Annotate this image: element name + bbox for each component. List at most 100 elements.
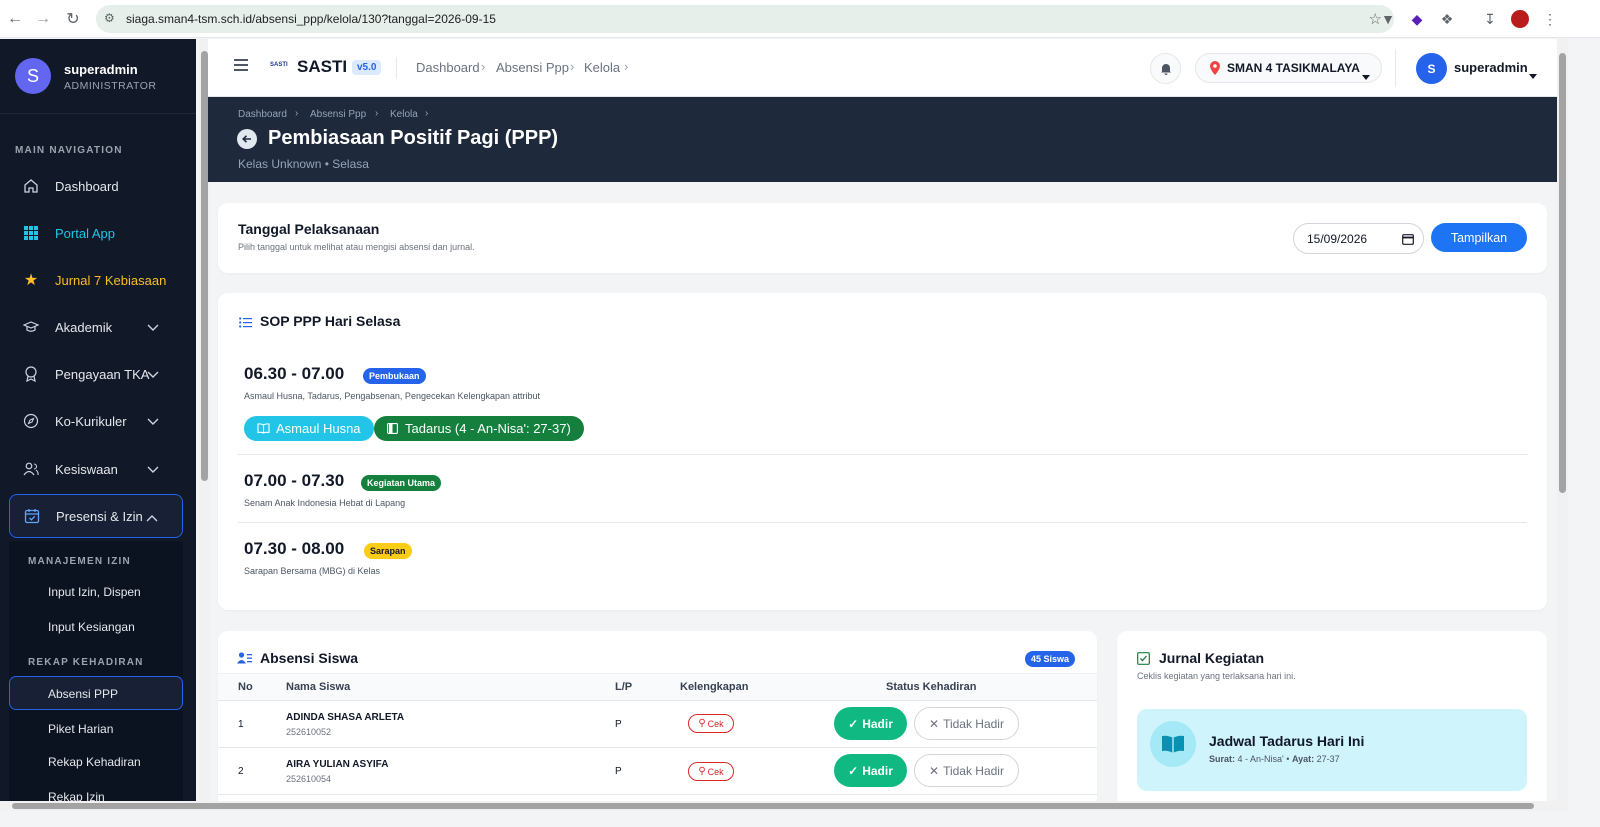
- sidebar-item-presensi-izin[interactable]: Presensi & Izin: [9, 494, 183, 538]
- back-arrow-icon[interactable]: [237, 129, 257, 149]
- extensions-puzzle-icon[interactable]: ❖: [1437, 9, 1457, 29]
- sidebar-item-kesiswaan[interactable]: Kesiswaan: [9, 447, 183, 491]
- topbar-user-avatar[interactable]: S: [1416, 53, 1447, 84]
- reload-icon[interactable]: ↻: [62, 8, 84, 30]
- sidebar-item-akademik[interactable]: Akademik: [9, 305, 183, 349]
- calendar-icon[interactable]: [1402, 232, 1414, 250]
- horizontal-scroll-thumb[interactable]: [12, 803, 1534, 809]
- student-nis: 252610052: [286, 727, 332, 737]
- jurnal-card: Jurnal Kegiatan Ceklis kegiatan yang ter…: [1117, 631, 1547, 811]
- url-text: siaga.sman4-tsm.sch.id/absensi_ppp/kelol…: [126, 12, 496, 26]
- extension-filter-icon[interactable]: ▼: [1378, 9, 1398, 29]
- main-scrollbar[interactable]: [1557, 39, 1568, 819]
- sidebar-item-portal-app[interactable]: Portal App: [9, 211, 183, 255]
- magnify-icon: ⚲: [698, 718, 706, 729]
- tidak-hadir-button[interactable]: ✕ Tidak Hadir: [914, 754, 1019, 787]
- award-icon: [21, 366, 41, 382]
- breadcrumb-absensi-ppp[interactable]: Absensi Ppp: [496, 60, 569, 75]
- session-badge: Pembukaan: [363, 368, 426, 384]
- asmaul-husna-button[interactable]: Asmaul Husna: [244, 416, 374, 441]
- jurnal-hint: Ceklis kegiatan yang terlaksana hari ini…: [1137, 671, 1296, 681]
- tampilkan-button[interactable]: Tampilkan: [1431, 223, 1527, 252]
- submenu-absensi-ppp[interactable]: Absensi PPP: [48, 687, 118, 701]
- topbar-user-name[interactable]: superadmin: [1454, 60, 1528, 75]
- hero-breadcrumb-dashboard[interactable]: Dashboard: [238, 109, 287, 120]
- sidebar-scroll-thumb[interactable]: [201, 51, 208, 481]
- site-info-icon[interactable]: ⚙: [104, 11, 115, 25]
- hadir-button[interactable]: ✓ Hadir: [834, 754, 907, 787]
- section-rekap-kehadiran: REKAP KEHADIRAN: [28, 657, 144, 668]
- section-main-navigation: MAIN NAVIGATION: [15, 145, 123, 156]
- extension-diamond-icon[interactable]: ◆: [1407, 9, 1427, 29]
- tadarus-info-box: Jadwal Tadarus Hari Ini Surat: 4 - An-Ni…: [1137, 709, 1527, 791]
- tidak-hadir-label: Tidak Hadir: [943, 763, 1004, 778]
- main-scroll-thumb[interactable]: [1559, 53, 1566, 493]
- cek-kelengkapan-button[interactable]: ⚲ Cek: [688, 762, 734, 781]
- compass-icon: [21, 413, 41, 429]
- navbar-divider: [396, 57, 397, 79]
- caret-down-icon[interactable]: [1529, 66, 1537, 84]
- magnify-icon: ⚲: [698, 766, 706, 777]
- address-bar[interactable]: ⚙ siaga.sman4-tsm.sch.id/absensi_ppp/kel…: [96, 5, 1394, 33]
- user-avatar[interactable]: S: [15, 58, 51, 94]
- cek-label: Cek: [707, 718, 724, 729]
- notification-bell-icon[interactable]: [1150, 53, 1181, 84]
- hadir-button[interactable]: ✓ Hadir: [834, 707, 907, 740]
- surat-value: 4 - An-Nisa': [1237, 754, 1284, 764]
- cek-kelengkapan-button[interactable]: ⚲ Cek: [688, 714, 734, 733]
- session-time: 06.30 - 07.00: [244, 364, 345, 383]
- browser-menu-icon[interactable]: ⋮: [1540, 9, 1560, 29]
- chevron-up-icon: [146, 510, 158, 525]
- navbar-divider: [1395, 49, 1396, 87]
- profile-avatar-icon[interactable]: [1510, 9, 1530, 29]
- submenu-rekap-kehadiran[interactable]: Rekap Kehadiran: [48, 755, 141, 769]
- caret-down-icon: [1362, 67, 1370, 85]
- breadcrumb-separator-icon: ›: [624, 59, 629, 74]
- breadcrumb-dashboard[interactable]: Dashboard: [416, 60, 480, 75]
- breadcrumb-kelola[interactable]: Kelola: [584, 60, 620, 75]
- column-header-status: Status Kehadiran: [886, 681, 977, 693]
- x-icon: ✕: [929, 763, 940, 778]
- school-name: SMAN 4 TASIKMALAYA: [1227, 61, 1360, 75]
- back-icon[interactable]: ←: [4, 8, 26, 30]
- school-selector[interactable]: SMAN 4 TASIKMALAYA: [1195, 53, 1382, 83]
- tadarus-button[interactable]: Tadarus (4 - An-Nisa': 27-37): [374, 416, 584, 441]
- submenu-input-izin-dispen[interactable]: Input Izin, Dispen: [48, 585, 141, 599]
- submenu-piket-harian[interactable]: Piket Harian: [48, 722, 113, 736]
- check-icon: ✓: [848, 763, 859, 778]
- horizontal-scrollbar[interactable]: [0, 801, 1568, 811]
- section-manajemen-izin: MANAJEMEN IZIN: [28, 556, 131, 567]
- chevron-down-icon: [147, 320, 159, 335]
- version-badge: v5.0: [352, 60, 382, 75]
- sidebar-item-jurnal-7-kebiasaan[interactable]: ★ Jurnal 7 Kebiasaan: [9, 258, 183, 302]
- sidebar-item-ko-kurikuler[interactable]: Ko-Kurikuler: [9, 399, 183, 443]
- column-header-lp: L/P: [615, 681, 633, 693]
- book-icon: [1150, 721, 1196, 767]
- date-input[interactable]: 15/09/2026: [1293, 223, 1424, 254]
- hamburger-menu-icon[interactable]: [233, 58, 249, 77]
- column-header-no: No: [238, 681, 253, 693]
- tidak-hadir-button[interactable]: ✕ Tidak Hadir: [914, 707, 1019, 740]
- date-card-hint: Pilih tanggal untuk melihat atau mengisi…: [238, 242, 475, 252]
- jurnal-title: Jurnal Kegiatan: [1159, 650, 1265, 666]
- hadir-label: Hadir: [862, 763, 893, 778]
- grid-icon: [21, 226, 41, 240]
- tidak-hadir-label: Tidak Hadir: [943, 716, 1004, 731]
- open-book-icon: [257, 423, 270, 434]
- sidebar-item-dashboard[interactable]: Dashboard: [9, 164, 183, 208]
- submenu-input-kesiangan[interactable]: Input Kesiangan: [48, 620, 135, 634]
- cek-label: Cek: [707, 766, 724, 777]
- download-icon[interactable]: ↧: [1480, 9, 1500, 29]
- hero-breadcrumb-kelola[interactable]: Kelola: [390, 109, 418, 120]
- absensi-title: Absensi Siswa: [260, 650, 359, 666]
- hero-breadcrumb-absensi-ppp[interactable]: Absensi Ppp: [310, 109, 366, 120]
- top-navbar: SASTI SASTI v5.0 Dashboard › Absensi Ppp…: [208, 39, 1557, 97]
- sidebar-item-pengayaan-tka[interactable]: Pengayaan TKA: [9, 352, 183, 396]
- sop-divider: [238, 522, 1527, 523]
- graduation-cap-icon: [21, 320, 41, 334]
- breadcrumb-separator-icon: ›: [425, 108, 429, 119]
- calendar-check-icon: [22, 508, 42, 524]
- home-icon: [21, 178, 41, 194]
- sidebar-item-label: Jurnal 7 Kebiasaan: [55, 272, 167, 288]
- forward-icon[interactable]: →: [32, 8, 54, 30]
